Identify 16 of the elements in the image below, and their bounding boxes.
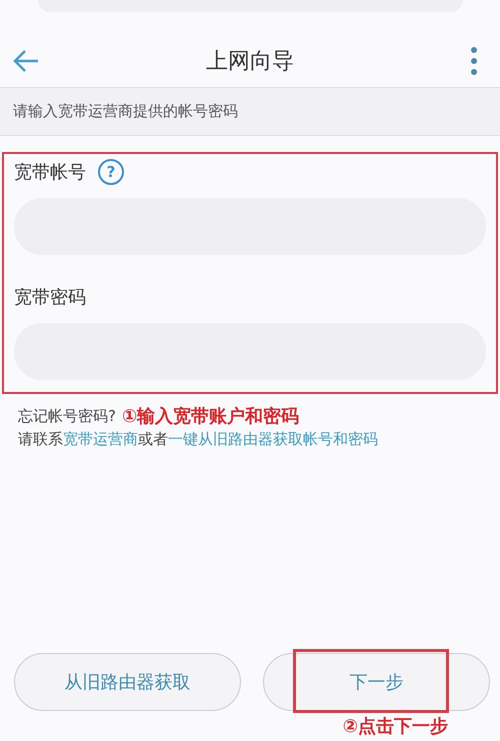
action-button[interactable]: 从旧路由器获取: [14, 653, 241, 711]
forgot-title: 忘记帐号密码?: [18, 406, 116, 426]
or-text: 或者: [138, 430, 168, 448]
back-arrow-icon[interactable]: [12, 49, 40, 73]
annotation-text: ②点击下一步: [342, 715, 448, 738]
hint-bar: 请输入宽带运营商提供的帐号密码: [0, 88, 500, 136]
import-link[interactable]: 一键从旧路由器获取帐号和密码: [168, 430, 378, 448]
action-button[interactable]: 下一步: [263, 653, 490, 711]
field-label: 宽带密码: [14, 286, 86, 309]
more-menu-icon[interactable]: [470, 46, 478, 76]
field-label: 宽带帐号: [14, 161, 86, 184]
annotation-text: ①输入宽带账户和密码: [122, 405, 300, 428]
carrier-link[interactable]: 宽带运营商: [63, 430, 138, 448]
page-title: 上网向导: [206, 48, 294, 76]
contact-text: 请联系: [18, 430, 63, 448]
help-icon[interactable]: ?: [98, 159, 124, 185]
